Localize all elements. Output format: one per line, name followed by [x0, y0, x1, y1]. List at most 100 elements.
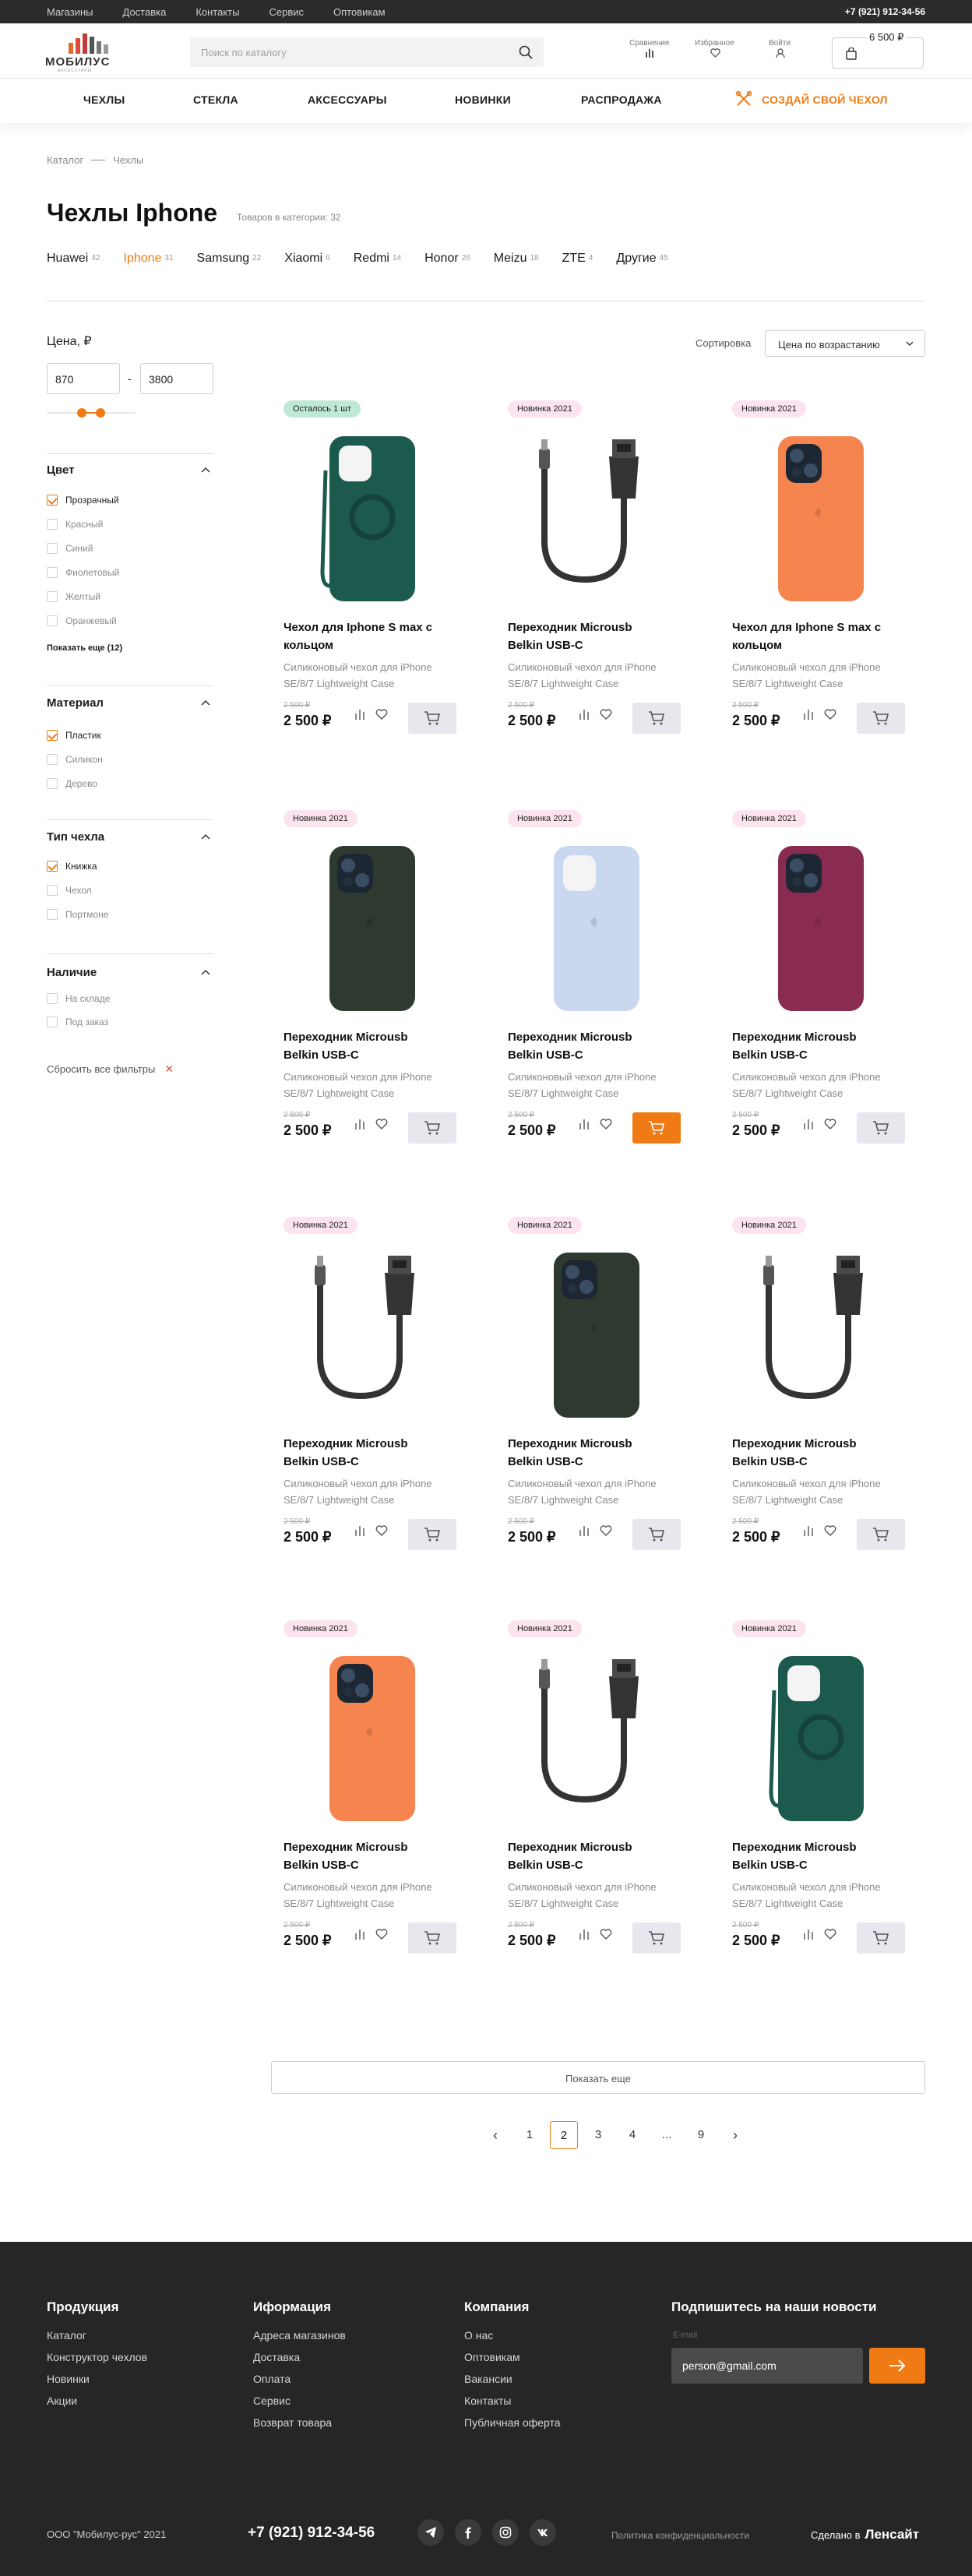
favorites-link[interactable]: Избранное [695, 37, 734, 65]
footer-link[interactable]: Сервис [253, 2395, 346, 2407]
filter-checkbox[interactable]: Желтый [47, 590, 100, 603]
product-name[interactable]: Чехол для Iphone S max с кольцом [732, 618, 888, 654]
filter-color-header[interactable]: Цвет [47, 463, 213, 479]
filter-checkbox[interactable]: Портмоне [47, 908, 108, 921]
product-image[interactable] [271, 833, 458, 1016]
product-image[interactable] [720, 424, 907, 606]
reset-filters-button[interactable]: Сбросить все фильтры ✕ [47, 1062, 174, 1076]
footer-link[interactable]: Новинки [47, 2373, 147, 2385]
show-more-colors-link[interactable]: Показать еще (12) [47, 643, 122, 653]
product-card[interactable]: Новинка 2021 Чехол для Iphone S max с кол… [720, 400, 907, 766]
filter-type-header[interactable]: Тип чехла [47, 830, 213, 846]
topbar-link-stores[interactable]: Магазины [47, 6, 93, 18]
made-by[interactable]: Сделано в Ленсайт [811, 2527, 919, 2543]
product-image[interactable] [720, 1644, 907, 1826]
nav-item-sale[interactable]: РАСПРОДАЖА [581, 93, 662, 106]
heart-icon[interactable] [375, 1929, 388, 1940]
topbar-phone[interactable]: +7 (921) 912-34-56 [845, 6, 925, 17]
filter-checkbox[interactable]: Под заказ [47, 1016, 108, 1028]
logo[interactable]: МОБИЛУС АКСЕССУАРЫ [45, 33, 132, 73]
product-image[interactable] [495, 1644, 682, 1826]
product-name[interactable]: Чехол для Iphone S max с кольцом [284, 618, 439, 654]
breadcrumb-catalog[interactable]: Каталог [47, 154, 83, 166]
product-image[interactable] [271, 1644, 458, 1826]
product-card[interactable]: Новинка 2021 Переходник Microusb Belkin U… [271, 1217, 458, 1583]
product-card[interactable]: Новинка 2021 Переходник Microusb Belkin U… [271, 810, 458, 1176]
compare-icon[interactable] [579, 1119, 590, 1129]
brand-tab[interactable]: Samsung 22 [197, 252, 262, 266]
footer-link[interactable]: Оптовикам [464, 2351, 561, 2363]
add-to-cart-button[interactable] [857, 1922, 905, 1954]
compare-link[interactable]: Сравнение [629, 37, 669, 65]
product-name[interactable]: Переходник Microusb Belkin USB-C [732, 1838, 888, 1874]
heart-icon[interactable] [600, 1119, 612, 1129]
compare-icon[interactable] [579, 1929, 590, 1940]
heart-icon[interactable] [824, 1119, 836, 1129]
filter-checkbox[interactable]: Оранжевый [47, 615, 117, 627]
telegram-icon[interactable] [417, 2519, 444, 2546]
add-to-cart-button[interactable] [408, 1922, 456, 1954]
topbar-link-contacts[interactable]: Контакты [195, 6, 239, 18]
heart-icon[interactable] [375, 1525, 388, 1536]
compare-icon[interactable] [803, 1929, 814, 1940]
search-input[interactable]: Поиск по каталогу [190, 37, 544, 67]
footer-link[interactable]: Конструктор чехлов [47, 2351, 147, 2363]
prev-page-icon[interactable]: ‹ [481, 2121, 509, 2149]
footer-link[interactable]: Акции [47, 2395, 147, 2407]
product-image[interactable] [495, 1240, 682, 1422]
product-name[interactable]: Переходник Microusb Belkin USB-C [284, 1838, 439, 1874]
compare-icon[interactable] [354, 1525, 365, 1536]
add-to-cart-button[interactable] [408, 703, 456, 734]
filter-material-header[interactable]: Материал [47, 696, 213, 712]
price-slider[interactable] [47, 408, 136, 418]
filter-checkbox[interactable]: Пластик [47, 729, 101, 742]
compare-icon[interactable] [579, 1525, 590, 1536]
filter-stock-header[interactable]: Наличие [47, 966, 213, 981]
privacy-policy-link[interactable]: Политика конфиденциальности [611, 2530, 749, 2541]
footer-link[interactable]: О нас [464, 2329, 561, 2342]
price-to-input[interactable]: 3800 [140, 363, 213, 394]
instagram-icon[interactable] [492, 2519, 519, 2546]
footer-link[interactable]: Адреса магазинов [253, 2329, 346, 2342]
topbar-link-wholesale[interactable]: Оптовикам [333, 6, 386, 18]
footer-link[interactable]: Доставка [253, 2351, 346, 2363]
add-to-cart-button[interactable] [408, 1112, 456, 1144]
heart-icon[interactable] [824, 709, 836, 720]
next-page-icon[interactable]: › [721, 2121, 749, 2149]
compare-icon[interactable] [579, 709, 590, 720]
add-to-cart-button[interactable] [632, 1922, 681, 1954]
compare-icon[interactable] [354, 709, 365, 720]
product-image[interactable] [720, 1240, 907, 1422]
add-to-cart-button[interactable] [857, 1112, 905, 1144]
sort-select[interactable]: Цена по возрастанию [765, 330, 925, 357]
product-name[interactable]: Переходник Microusb Belkin USB-C [732, 1028, 888, 1064]
filter-checkbox[interactable]: Прозрачный [47, 494, 119, 506]
filter-checkbox[interactable]: Фиолетовый [47, 566, 119, 579]
nav-item-new[interactable]: НОВИНКИ [455, 93, 511, 106]
brand-tab[interactable]: Другие 45 [616, 252, 667, 266]
page-link-current[interactable]: 2 [550, 2121, 578, 2149]
page-link[interactable]: 1 [516, 2121, 544, 2149]
compare-icon[interactable] [803, 1525, 814, 1536]
add-to-cart-button[interactable] [857, 703, 905, 734]
footer-link[interactable]: Публичная оферта [464, 2416, 561, 2429]
compare-icon[interactable] [803, 1119, 814, 1129]
email-field[interactable]: person@gmail.com [671, 2348, 863, 2384]
product-image[interactable] [271, 424, 458, 606]
price-slider-min-handle[interactable] [77, 408, 86, 418]
filter-checkbox[interactable]: На складе [47, 992, 110, 1005]
product-card[interactable]: Новинка 2021 Переходник Microusb Belkin U… [495, 1620, 682, 1986]
filter-checkbox[interactable]: Силикон [47, 753, 103, 766]
footer-link[interactable]: Каталог [47, 2329, 147, 2342]
brand-tab-active[interactable]: Iphone 31 [123, 252, 173, 266]
footer-link[interactable]: Вакансии [464, 2373, 561, 2385]
product-name[interactable]: Переходник Microusb Belkin USB-C [508, 1435, 664, 1471]
product-name[interactable]: Переходник Microusb Belkin USB-C [284, 1028, 439, 1064]
filter-checkbox[interactable]: Чехол [47, 884, 92, 897]
nav-item-glass[interactable]: СТЕКЛА [193, 93, 238, 106]
filter-checkbox[interactable]: Синий [47, 542, 93, 555]
add-to-cart-button[interactable] [632, 703, 681, 734]
product-name[interactable]: Переходник Microusb Belkin USB-C [284, 1435, 439, 1471]
brand-tab[interactable]: Honor 26 [424, 252, 470, 266]
heart-icon[interactable] [824, 1929, 836, 1940]
